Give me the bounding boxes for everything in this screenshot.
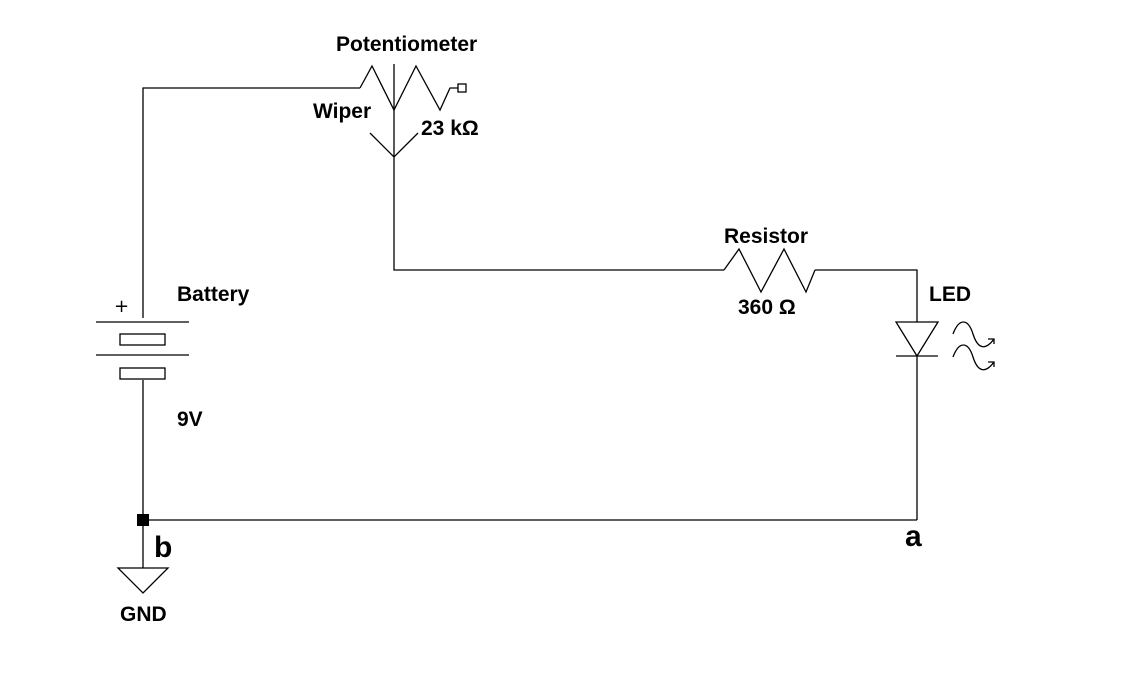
ground-symbol (116, 567, 170, 594)
circuit-schematic: + Potentiometer Wiper 23 kΩ Resistor 360… (96, 33, 995, 626)
wiper-label: Wiper (313, 100, 371, 123)
potentiometer-label: Potentiometer (336, 33, 477, 56)
node-b-junction (137, 514, 149, 526)
resistor-label: Resistor (724, 225, 808, 248)
potentiometer-zigzag (359, 64, 458, 112)
battery-label: Battery (177, 283, 250, 306)
resistor-zigzag (723, 247, 816, 294)
potentiometer-symbol (359, 64, 467, 158)
battery-cell-2 (119, 367, 166, 380)
wires (142, 87, 918, 568)
led-symbol (894, 321, 995, 371)
resistor-symbol (723, 247, 816, 294)
node-a-label: a (905, 520, 922, 553)
wire-wiper-to-resistor (393, 157, 724, 271)
potentiometer-value-label: 23 kΩ (421, 117, 479, 140)
resistor-value-label: 360 Ω (738, 296, 796, 319)
battery-cell-1 (119, 333, 166, 346)
labels: Potentiometer Wiper 23 kΩ Resistor 360 Ω… (120, 33, 971, 626)
potentiometer-terminal (457, 83, 467, 93)
wire-resistor-to-led (815, 269, 918, 322)
battery-voltage-label: 9V (177, 408, 203, 431)
led-triangle (894, 321, 940, 358)
node-b-label: b (154, 531, 172, 564)
ground-label: GND (120, 603, 167, 626)
battery-plus-sign: + (114, 296, 129, 317)
led-light-emission-icon (952, 321, 995, 371)
led-label: LED (929, 283, 971, 306)
